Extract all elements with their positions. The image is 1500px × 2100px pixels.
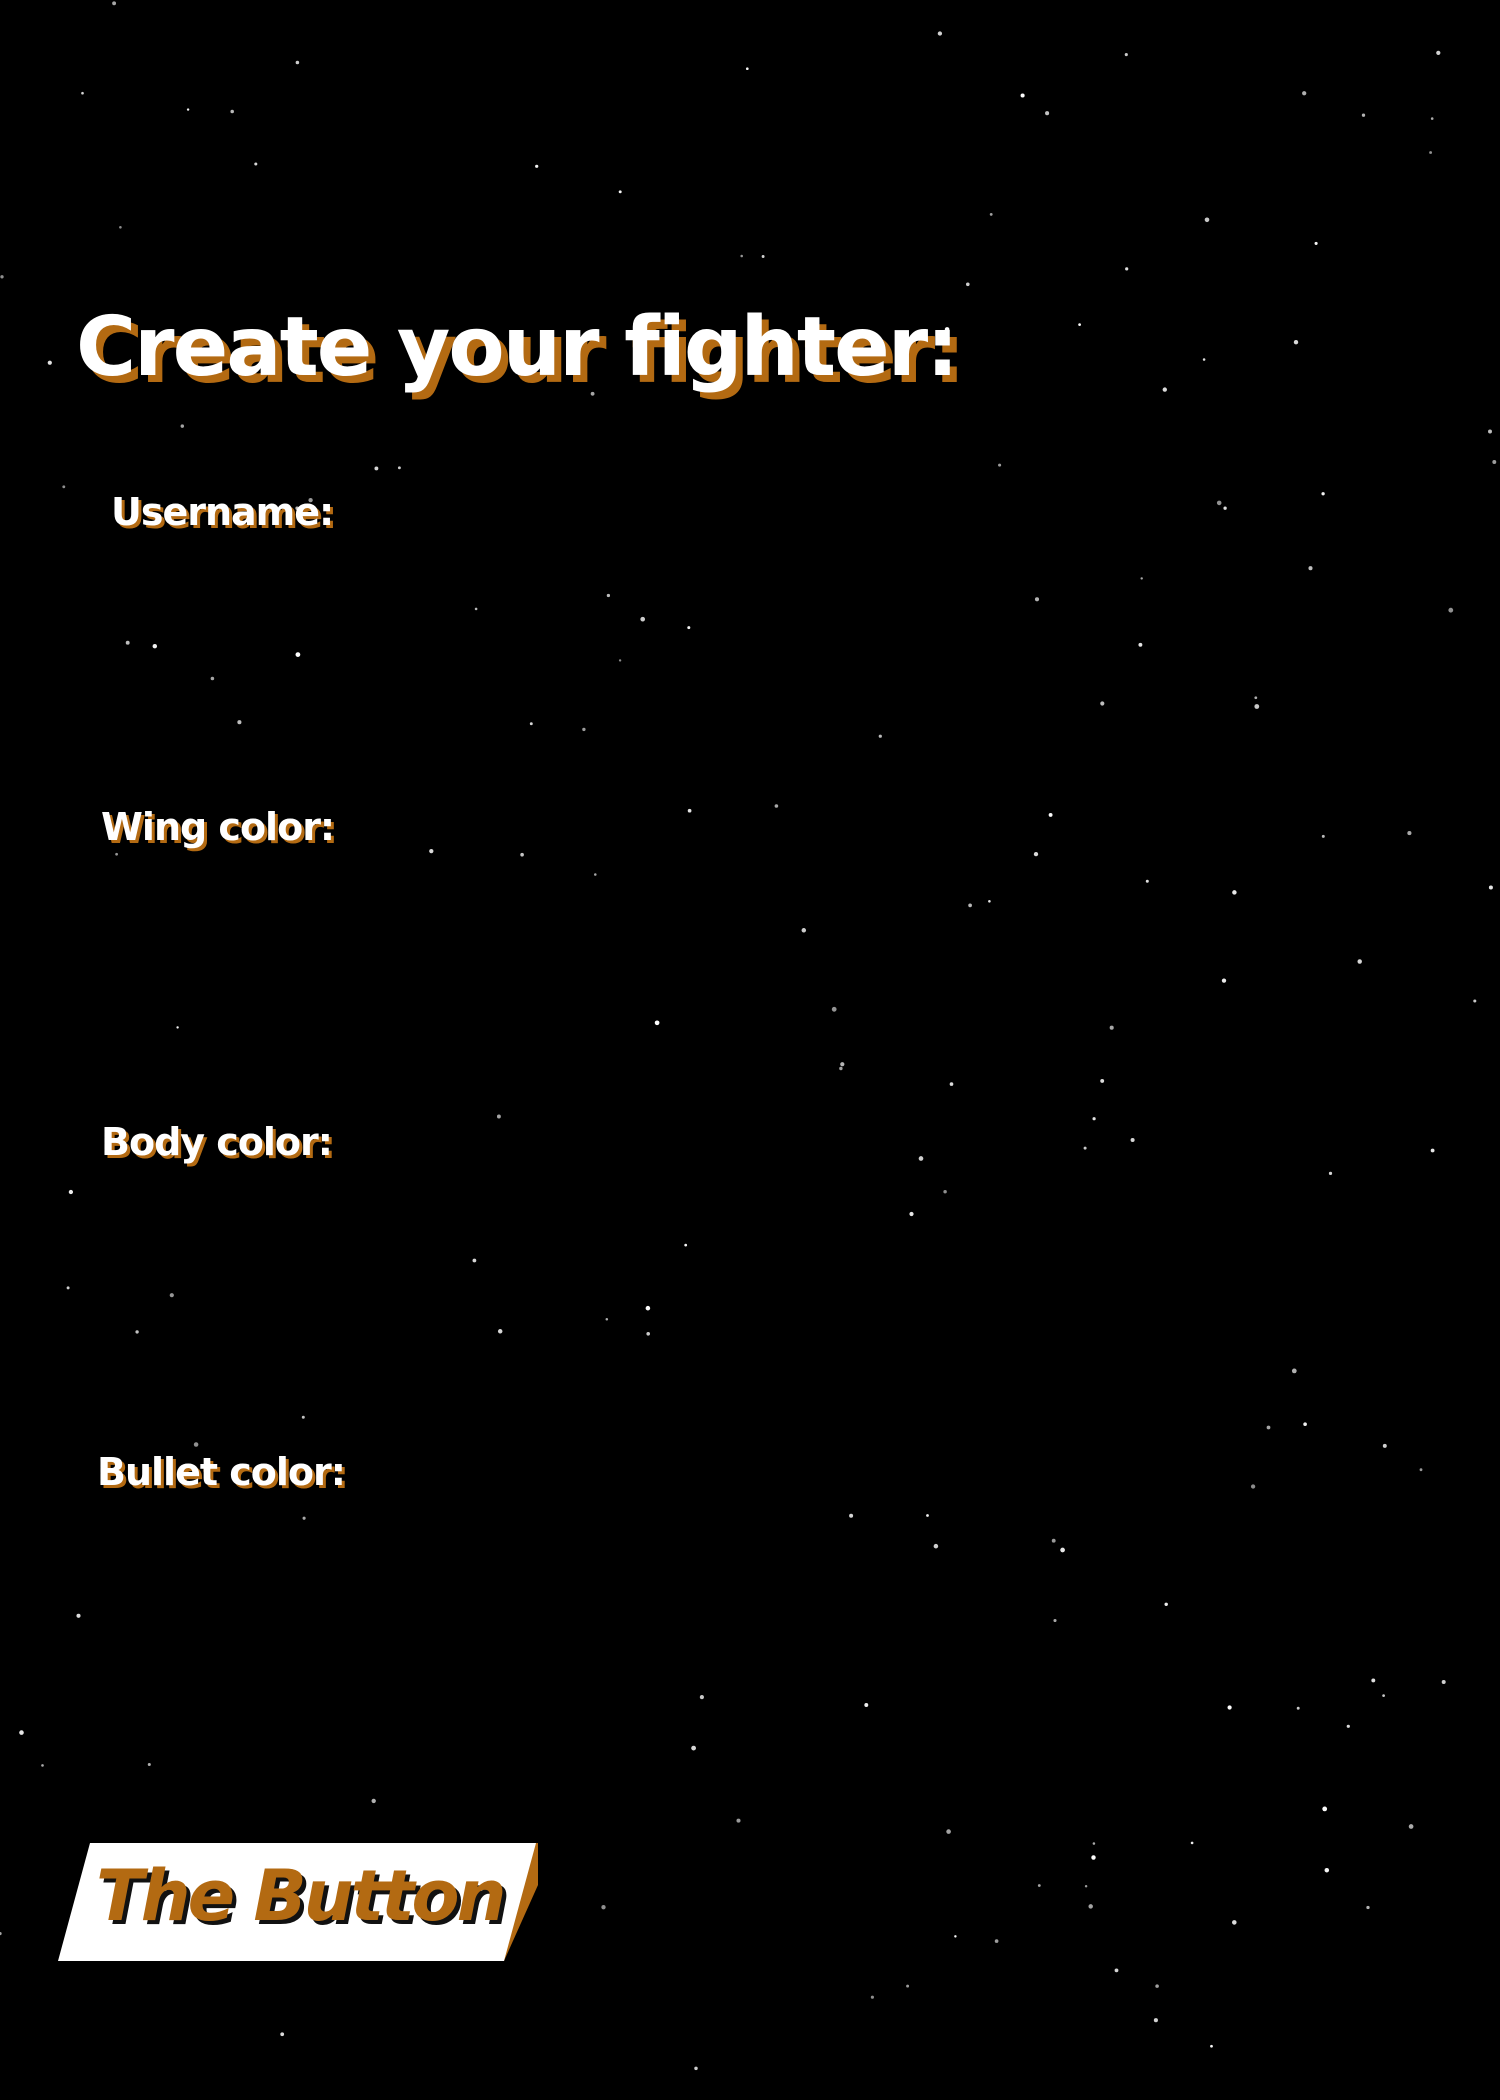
username-label: Username: [111, 490, 334, 534]
page-title: Create your fighter: [76, 300, 959, 395]
body-color-label: Body color: [101, 1120, 333, 1164]
the-button-label: The Button [96, 1855, 506, 1937]
fighter-creator: Create your fighter: Username: Wing colo… [0, 0, 1500, 2100]
wing-color-label: Wing color: [101, 805, 335, 849]
the-button[interactable]: The Button [58, 1843, 538, 1963]
bullet-color-label: Bullet color: [97, 1450, 346, 1494]
